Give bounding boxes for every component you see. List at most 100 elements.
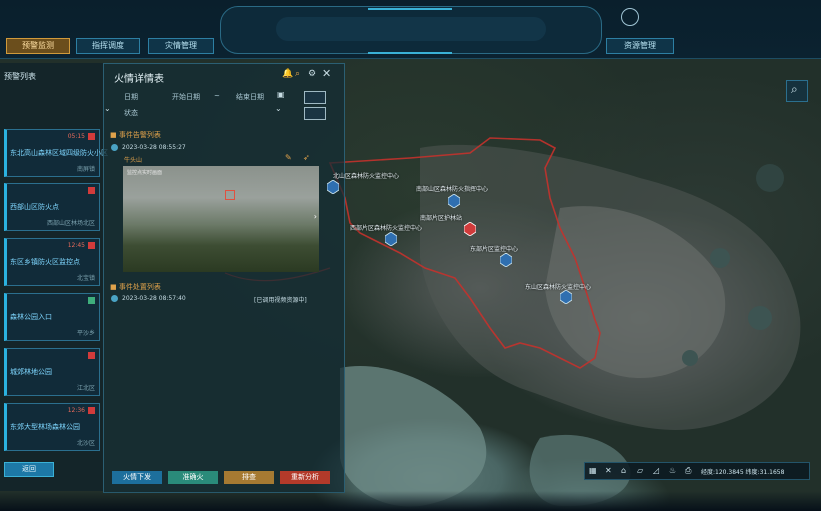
timeline-dot	[111, 295, 118, 302]
header-accent-line	[368, 8, 452, 10]
card-name: 东区乡镇防火区监控点	[10, 258, 80, 266]
reset-button[interactable]	[304, 107, 326, 120]
card-name: 城郊林地公园	[10, 368, 52, 376]
card-sub: 西部山区林场北区	[46, 220, 95, 227]
map-label: 北山区森林防火监控中心	[333, 173, 400, 180]
status-square	[88, 242, 95, 249]
monitor-marker-icon[interactable]	[385, 232, 397, 246]
alarm-location: 牛头山	[124, 157, 143, 164]
nav-dispatch-button[interactable]: 指挥调度	[76, 38, 140, 54]
warning-card[interactable]: 西部山区防火点 西部山区林场北区	[4, 183, 100, 231]
top-header: 预警监测 指挥调度 灾情管理 资源管理	[0, 0, 821, 59]
area-icon[interactable]: ▱	[637, 466, 643, 475]
header-title-area	[276, 17, 546, 41]
angle-icon[interactable]: ◿	[653, 466, 659, 475]
filter-separator: ~	[214, 92, 220, 100]
header-title-frame	[220, 6, 602, 54]
card-name: 东郊大型林场森林公园	[10, 423, 80, 431]
monitor-marker-icon[interactable]	[448, 194, 460, 208]
nav-resource-button[interactable]: 资源管理	[606, 38, 674, 54]
snapshot-caption: 监控点实时画面	[127, 170, 163, 176]
card-name: 森林公园入口	[10, 313, 52, 321]
card-time: 12:45	[67, 242, 85, 249]
fire-alarm-marker-icon[interactable]	[464, 222, 476, 236]
status-square	[88, 352, 95, 359]
filter-date-label: 日期	[124, 93, 138, 101]
fire-dispatch-button[interactable]: 火情下发	[112, 471, 162, 484]
bottom-frame	[0, 491, 821, 511]
coordinate-readout: 经度:120.3845 纬度:31.1658	[701, 469, 785, 476]
search-icon: ⌕	[791, 82, 798, 96]
chevron-down-icon[interactable]: ⌄	[104, 104, 111, 113]
status-square	[88, 297, 95, 304]
camera-snapshot[interactable]: 监控点实时画面 ›	[123, 166, 319, 272]
settings-icon[interactable]: ⚙	[308, 69, 316, 79]
filter-end-date[interactable]: 结束日期	[236, 92, 264, 102]
monitor-marker-icon[interactable]	[500, 253, 512, 267]
warning-card[interactable]: 城郊林地公园 江北区	[4, 348, 100, 396]
user-icon[interactable]	[621, 8, 639, 26]
reanalyze-button[interactable]: 重新分析	[280, 471, 330, 484]
status-square	[88, 407, 95, 414]
monitor-marker-icon[interactable]	[560, 290, 572, 304]
card-time: 05:15	[67, 133, 85, 140]
fire-icon[interactable]: ♨	[669, 466, 676, 475]
section-label: 事件处置列表	[118, 283, 161, 291]
map-label: 东山区森林防火监控中心	[525, 284, 592, 291]
status-square	[88, 187, 95, 194]
bell-icon[interactable]: 🔔	[282, 69, 293, 79]
filter-start-date[interactable]: 开始日期	[172, 92, 200, 102]
panel-title: 火情详情表	[114, 74, 164, 85]
card-name: 西部山区防火点	[10, 203, 59, 211]
monitor-marker-icon[interactable]	[327, 180, 339, 194]
map-label: 西部片区森林防火监控中心	[350, 225, 423, 232]
next-image-icon[interactable]: ›	[314, 212, 317, 221]
timeline-dot	[111, 144, 118, 151]
warning-card[interactable]: 12:45 东区乡镇防火区监控点 北宝镇	[4, 238, 100, 286]
nav-disaster-button[interactable]: 灾情管理	[148, 38, 214, 54]
warning-card[interactable]: 05:15 东北高山森林区域四级防火小区 南屏镇	[4, 129, 108, 177]
header-accent-line-bottom	[368, 52, 452, 54]
card-time: 12:36	[67, 407, 85, 414]
filter-status-label: 状态	[124, 109, 138, 117]
search-icon[interactable]: ⌕	[295, 69, 300, 79]
event-alarm-section-title: ■ 事件告警列表	[110, 131, 161, 139]
warning-card[interactable]: 12:36 东郊大型林场森林公园 北沙区	[4, 403, 100, 451]
warning-list-sidebar: 预警列表 05:15 东北高山森林区域四级防火小区 南屏镇 西部山区防火点 西部…	[0, 63, 108, 491]
map-toolbar: ▦ ✕ ⌂ ▱ ◿ ♨ ⎙ 经度:120.3845 纬度:31.1658	[584, 462, 810, 480]
warning-card[interactable]: 森林公园入口 平沙乡	[4, 293, 100, 341]
fire-target-box	[225, 190, 235, 200]
status-square	[88, 133, 95, 140]
print-icon[interactable]: ⎙	[685, 466, 691, 476]
card-sub: 北沙区	[76, 440, 95, 447]
locate-icon[interactable]: ➶	[303, 153, 310, 162]
alarm-time: 2023-03-28 08:55:27	[122, 144, 186, 151]
fire-detail-panel: 火情详情表 🔔 ⌕ ⚙ ✕ 日期 开始日期 ~ 结束日期 ▣ 状态 ⌄ ⌄ ■ …	[103, 63, 345, 493]
sidebar-header: 预警列表	[4, 72, 36, 81]
handle-time: 2023-03-28 08:57:40	[122, 295, 186, 302]
calendar-icon[interactable]: ▣	[277, 90, 285, 99]
map-label: 东部片区监控中心	[470, 246, 519, 253]
handle-status: [已调用视频资源中]	[254, 297, 307, 304]
map-search-button[interactable]: ⌕	[786, 80, 808, 102]
close-icon[interactable]: ✕	[322, 67, 331, 80]
query-button[interactable]	[304, 91, 326, 104]
card-sub: 北宝镇	[76, 275, 95, 282]
investigate-button[interactable]: 排查	[224, 471, 274, 484]
chevron-down-icon[interactable]: ⌄	[275, 104, 282, 113]
section-label: 事件告警列表	[118, 131, 161, 139]
map-label: 南部片区护林站	[420, 215, 463, 222]
confirm-fire-button[interactable]: 准确火	[168, 471, 218, 484]
home-icon[interactable]: ⌂	[621, 466, 626, 475]
card-sub: 江北区	[76, 385, 95, 392]
edit-icon[interactable]: ✎	[285, 153, 292, 162]
measure-icon[interactable]: ✕	[605, 466, 612, 475]
layers-icon[interactable]: ▦	[589, 466, 597, 475]
card-name: 东北高山森林区域四级防火小区	[10, 149, 108, 157]
back-button[interactable]: 返回	[4, 462, 54, 477]
card-sub: 平沙乡	[76, 330, 95, 337]
card-sub: 南屏镇	[76, 166, 95, 173]
event-handle-section-title: ■ 事件处置列表	[110, 283, 161, 291]
map-label: 南部山区森林防火指挥中心	[416, 186, 489, 193]
nav-warning-monitor-button[interactable]: 预警监测	[6, 38, 70, 54]
